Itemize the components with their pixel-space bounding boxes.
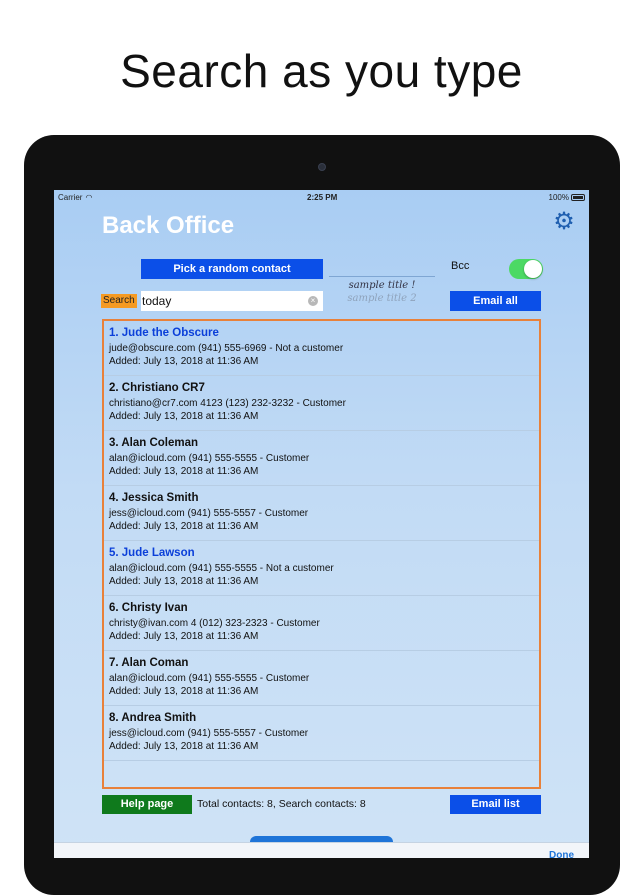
app-title: Back Office: [102, 212, 235, 239]
headline: Search as you type: [120, 45, 523, 97]
contact-row[interactable]: 5. Jude Lawson alan@icloud.com (941) 555…: [104, 541, 539, 596]
contact-added: Added: July 13, 2018 at 11:36 AM: [109, 356, 259, 367]
battery-icon: [571, 194, 585, 201]
carrier-label: Carrier ◠: [58, 193, 92, 202]
contact-detail: christy@ivan.com 4 (012) 323-2323 - Cust…: [109, 618, 320, 629]
contact-row[interactable]: 7. Alan Coman alan@icloud.com (941) 555-…: [104, 651, 539, 706]
contact-row[interactable]: 8. Andrea Smith jess@icloud.com (941) 55…: [104, 706, 539, 761]
contact-added: Added: July 13, 2018 at 11:36 AM: [109, 631, 259, 642]
help-page-button[interactable]: Help page: [102, 795, 192, 814]
wifi-icon: ◠: [85, 193, 93, 202]
contact-name: 2. Christiano CR7: [109, 382, 205, 394]
contact-detail: christiano@cr7.com 4123 (123) 232-3232 -…: [109, 398, 346, 409]
contact-row[interactable]: 2. Christiano CR7 christiano@cr7.com 412…: [104, 376, 539, 431]
contact-name: 7. Alan Coman: [109, 657, 189, 669]
contact-added: Added: July 13, 2018 at 11:36 AM: [109, 576, 259, 587]
carrier-text: Carrier: [58, 193, 83, 202]
gear-icon[interactable]: ⚙: [552, 210, 576, 234]
contact-detail: alan@icloud.com (941) 555-5555 - Custome…: [109, 673, 310, 684]
email-all-button[interactable]: Email all: [450, 291, 541, 311]
bottom-toolbar: [54, 842, 589, 858]
contact-name: 8. Andrea Smith: [109, 712, 197, 724]
pick-random-contact-button[interactable]: Pick a random contact: [141, 259, 323, 279]
status-time: 2:25 PM: [307, 193, 338, 202]
contact-row[interactable]: 3. Alan Coleman alan@icloud.com (941) 55…: [104, 431, 539, 486]
contact-name[interactable]: 1. Jude the Obscure: [109, 327, 539, 342]
done-button[interactable]: Done: [549, 850, 574, 858]
bcc-toggle[interactable]: [509, 259, 543, 279]
contact-row[interactable]: 6. Christy Ivan christy@ivan.com 4 (012)…: [104, 596, 539, 651]
contact-row[interactable]: 4. Jessica Smith jess@icloud.com (941) 5…: [104, 486, 539, 541]
search-input[interactable]: [141, 291, 323, 311]
sample-title-option[interactable]: sample title !: [329, 279, 435, 292]
contact-row[interactable]: 1. Jude the Obscure jude@obscure.com (94…: [104, 321, 539, 376]
contact-added: Added: July 13, 2018 at 11:36 AM: [109, 686, 259, 697]
contact-name: 4. Jessica Smith: [109, 492, 199, 504]
battery-percent: 100%: [548, 193, 569, 202]
contact-detail: jude@obscure.com (941) 555-6969 - Not a …: [109, 343, 344, 354]
contact-totals: Total contacts: 8, Search contacts: 8: [197, 798, 366, 810]
contact-name: 6. Christy Ivan: [109, 602, 188, 614]
contact-detail: alan@icloud.com (941) 555-5555 - Not a c…: [109, 563, 334, 574]
contact-added: Added: July 13, 2018 at 11:36 AM: [109, 521, 259, 532]
status-bar: Carrier ◠ 2:25 PM 100%: [54, 190, 589, 204]
clear-search-icon[interactable]: ×: [308, 296, 318, 306]
contact-added: Added: July 13, 2018 at 11:36 AM: [109, 466, 259, 477]
contact-detail: jess@icloud.com (941) 555-5557 - Custome…: [109, 508, 309, 519]
contact-list[interactable]: 1. Jude the Obscure jude@obscure.com (94…: [102, 319, 541, 789]
contact-added: Added: July 13, 2018 at 11:36 AM: [109, 411, 259, 422]
app-screen: Carrier ◠ 2:25 PM 100% Back Office ⚙ Pick…: [54, 190, 589, 858]
contact-name: 3. Alan Coleman: [109, 437, 199, 449]
bcc-label: Bcc: [451, 260, 470, 272]
contact-name[interactable]: 5. Jude Lawson: [109, 547, 539, 562]
camera-icon: [318, 163, 326, 171]
sample-title-picker[interactable]: sample title ! sample title 2: [329, 276, 435, 306]
toggle-knob: [524, 260, 542, 278]
email-list-button[interactable]: Email list: [450, 795, 541, 814]
contact-detail: alan@icloud.com (941) 555-5555 - Custome…: [109, 453, 310, 464]
sample-title-option[interactable]: sample title 2: [329, 292, 435, 305]
search-label: Search: [101, 294, 137, 308]
contact-detail: jess@icloud.com (941) 555-5557 - Custome…: [109, 728, 309, 739]
contact-added: Added: July 13, 2018 at 11:36 AM: [109, 741, 259, 752]
